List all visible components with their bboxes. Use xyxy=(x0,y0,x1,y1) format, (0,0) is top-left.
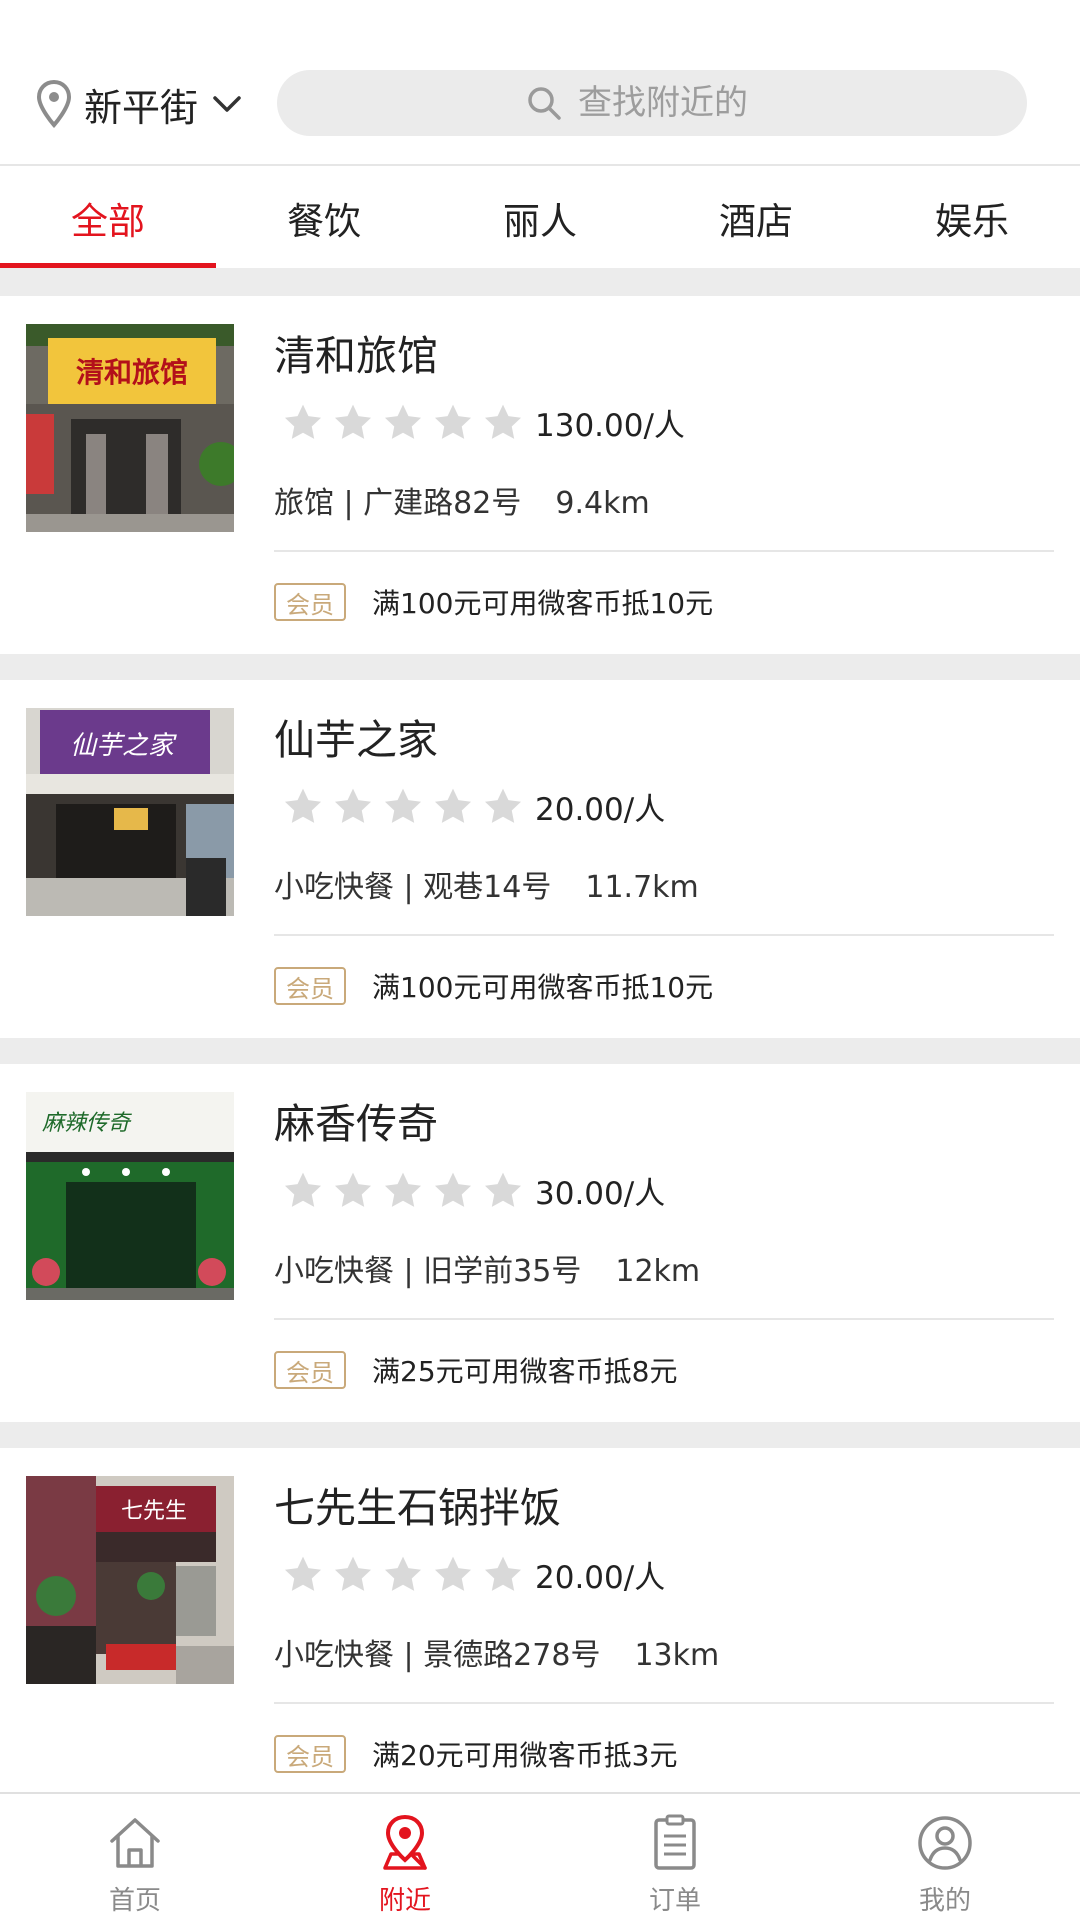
chevron-down-icon xyxy=(213,96,241,112)
star-empty-icon xyxy=(484,1172,522,1207)
distance: 12km xyxy=(615,1254,701,1289)
sign-text: 清和旅馆 xyxy=(76,356,188,389)
star-rating xyxy=(282,1170,532,1212)
shop-meta: 旅馆 | 广建路82号 9.4km xyxy=(274,478,650,522)
star-empty-icon xyxy=(384,1556,422,1591)
tab-dining[interactable]: 餐饮 xyxy=(216,168,432,268)
divider xyxy=(274,550,1054,552)
star-empty-icon xyxy=(434,1172,472,1207)
category-address: 小吃快餐 | 旧学前35号 xyxy=(274,1254,582,1289)
nav-nearby[interactable]: 附近 xyxy=(270,1794,540,1920)
star-empty-icon xyxy=(284,788,322,823)
order-clipboard-icon xyxy=(654,1814,696,1870)
divider xyxy=(274,934,1054,936)
location-pin-icon xyxy=(383,1814,427,1870)
divider xyxy=(274,1702,1054,1704)
sign-text: 仙芋之家 xyxy=(70,731,177,761)
distance: 13km xyxy=(634,1638,720,1673)
nav-orders[interactable]: 订单 xyxy=(540,1794,810,1920)
price-per-person: 30.00/人 xyxy=(535,1176,666,1212)
star-empty-icon xyxy=(334,1172,372,1207)
shop-photo: 七先生 xyxy=(26,1476,234,1684)
shop-name: 仙芋之家 xyxy=(274,716,438,764)
star-empty-icon xyxy=(334,788,372,823)
star-empty-icon xyxy=(284,1172,322,1207)
star-rating xyxy=(282,1554,532,1596)
nav-label: 首页 xyxy=(108,1886,161,1916)
star-empty-icon xyxy=(284,404,322,439)
shop-name: 麻香传奇 xyxy=(274,1100,438,1148)
star-rating xyxy=(282,402,532,444)
category-address: 小吃快餐 | 观巷14号 xyxy=(274,870,552,905)
star-empty-icon xyxy=(384,788,422,823)
distance: 9.4km xyxy=(555,486,650,521)
member-badge: 会员 xyxy=(274,1351,346,1389)
category-address: 旅馆 | 广建路82号 xyxy=(274,486,522,521)
search-input[interactable] xyxy=(578,83,778,123)
member-badge: 会员 xyxy=(274,1735,346,1773)
star-empty-icon xyxy=(484,788,522,823)
shop-list[interactable]: 清和旅馆 清和旅馆 130.00/人 旅馆 | 广建路82号 9.4km 会员 满… xyxy=(0,268,1080,1792)
shop-meta: 小吃快餐 | 景德路278号 13km xyxy=(274,1630,719,1674)
shop-name: 清和旅馆 xyxy=(274,332,438,380)
tab-all[interactable]: 全部 xyxy=(0,168,216,268)
star-empty-icon xyxy=(484,1556,522,1591)
promo-text: 满20元可用微客币抵3元 xyxy=(372,1739,678,1772)
shop-name: 七先生石锅拌饭 xyxy=(274,1484,561,1532)
top-bar: 新平街 xyxy=(0,0,1080,166)
shop-photo: 麻辣传奇 xyxy=(26,1092,234,1300)
user-profile-icon xyxy=(918,1816,972,1870)
star-empty-icon xyxy=(384,1172,422,1207)
shop-photo: 仙芋之家 xyxy=(26,708,234,916)
shop-photo: 清和旅馆 xyxy=(26,324,234,532)
tab-entertainment[interactable]: 娱乐 xyxy=(864,168,1080,268)
star-empty-icon xyxy=(434,1556,472,1591)
price-per-person: 130.00/人 xyxy=(535,408,685,444)
location-pin-icon xyxy=(36,80,72,128)
member-badge: 会员 xyxy=(274,583,346,621)
category-address: 小吃快餐 | 景德路278号 xyxy=(274,1638,601,1673)
sign-text: 七先生 xyxy=(121,1499,187,1524)
distance: 11.7km xyxy=(585,870,699,905)
home-icon xyxy=(110,1818,160,1868)
shop-meta: 小吃快餐 | 观巷14号 11.7km xyxy=(274,862,699,906)
search-bar[interactable] xyxy=(277,70,1027,136)
location-selector[interactable]: 新平街 xyxy=(36,78,242,130)
sign-text: 麻辣传奇 xyxy=(42,1111,132,1136)
location-label: 新平街 xyxy=(84,85,199,130)
promo-text: 满25元可用微客币抵8元 xyxy=(372,1355,678,1388)
star-rating xyxy=(282,786,532,828)
star-empty-icon xyxy=(284,1556,322,1591)
star-empty-icon xyxy=(334,404,372,439)
star-empty-icon xyxy=(434,404,472,439)
nav-mine[interactable]: 我的 xyxy=(810,1794,1080,1920)
nav-label: 附近 xyxy=(378,1886,431,1916)
shop-card[interactable]: 七先生 七先生石锅拌饭 20.00/人 小吃快餐 | 景德路278号 13km 会… xyxy=(0,1448,1080,1792)
star-empty-icon xyxy=(434,788,472,823)
category-tabs: 全部 餐饮 丽人 酒店 娱乐 xyxy=(0,168,1080,268)
member-badge: 会员 xyxy=(274,967,346,1005)
search-icon xyxy=(528,87,561,120)
nav-label: 我的 xyxy=(918,1886,971,1916)
promo-text: 满100元可用微客币抵10元 xyxy=(372,971,714,1004)
shop-meta: 小吃快餐 | 旧学前35号 12km xyxy=(274,1246,700,1290)
shop-card[interactable]: 清和旅馆 清和旅馆 130.00/人 旅馆 | 广建路82号 9.4km 会员 满… xyxy=(0,296,1080,654)
nav-home[interactable]: 首页 xyxy=(0,1794,270,1920)
price-per-person: 20.00/人 xyxy=(535,792,666,828)
promo-text: 满100元可用微客币抵10元 xyxy=(372,587,714,620)
bottom-nav: 首页 附近 订单 我的 xyxy=(0,1792,1080,1920)
shop-card[interactable]: 麻辣传奇 麻香传奇 30.00/人 小吃快餐 | 旧学前35号 12km 会员 满… xyxy=(0,1064,1080,1422)
nav-label: 订单 xyxy=(648,1886,701,1916)
star-empty-icon xyxy=(484,404,522,439)
star-empty-icon xyxy=(334,1556,372,1591)
shop-card[interactable]: 仙芋之家 仙芋之家 20.00/人 小吃快餐 | 观巷14号 11.7km 会员 … xyxy=(0,680,1080,1038)
tab-hotel[interactable]: 酒店 xyxy=(648,168,864,268)
price-per-person: 20.00/人 xyxy=(535,1560,666,1596)
divider xyxy=(274,1318,1054,1320)
tab-beauty[interactable]: 丽人 xyxy=(432,168,648,268)
star-empty-icon xyxy=(384,404,422,439)
